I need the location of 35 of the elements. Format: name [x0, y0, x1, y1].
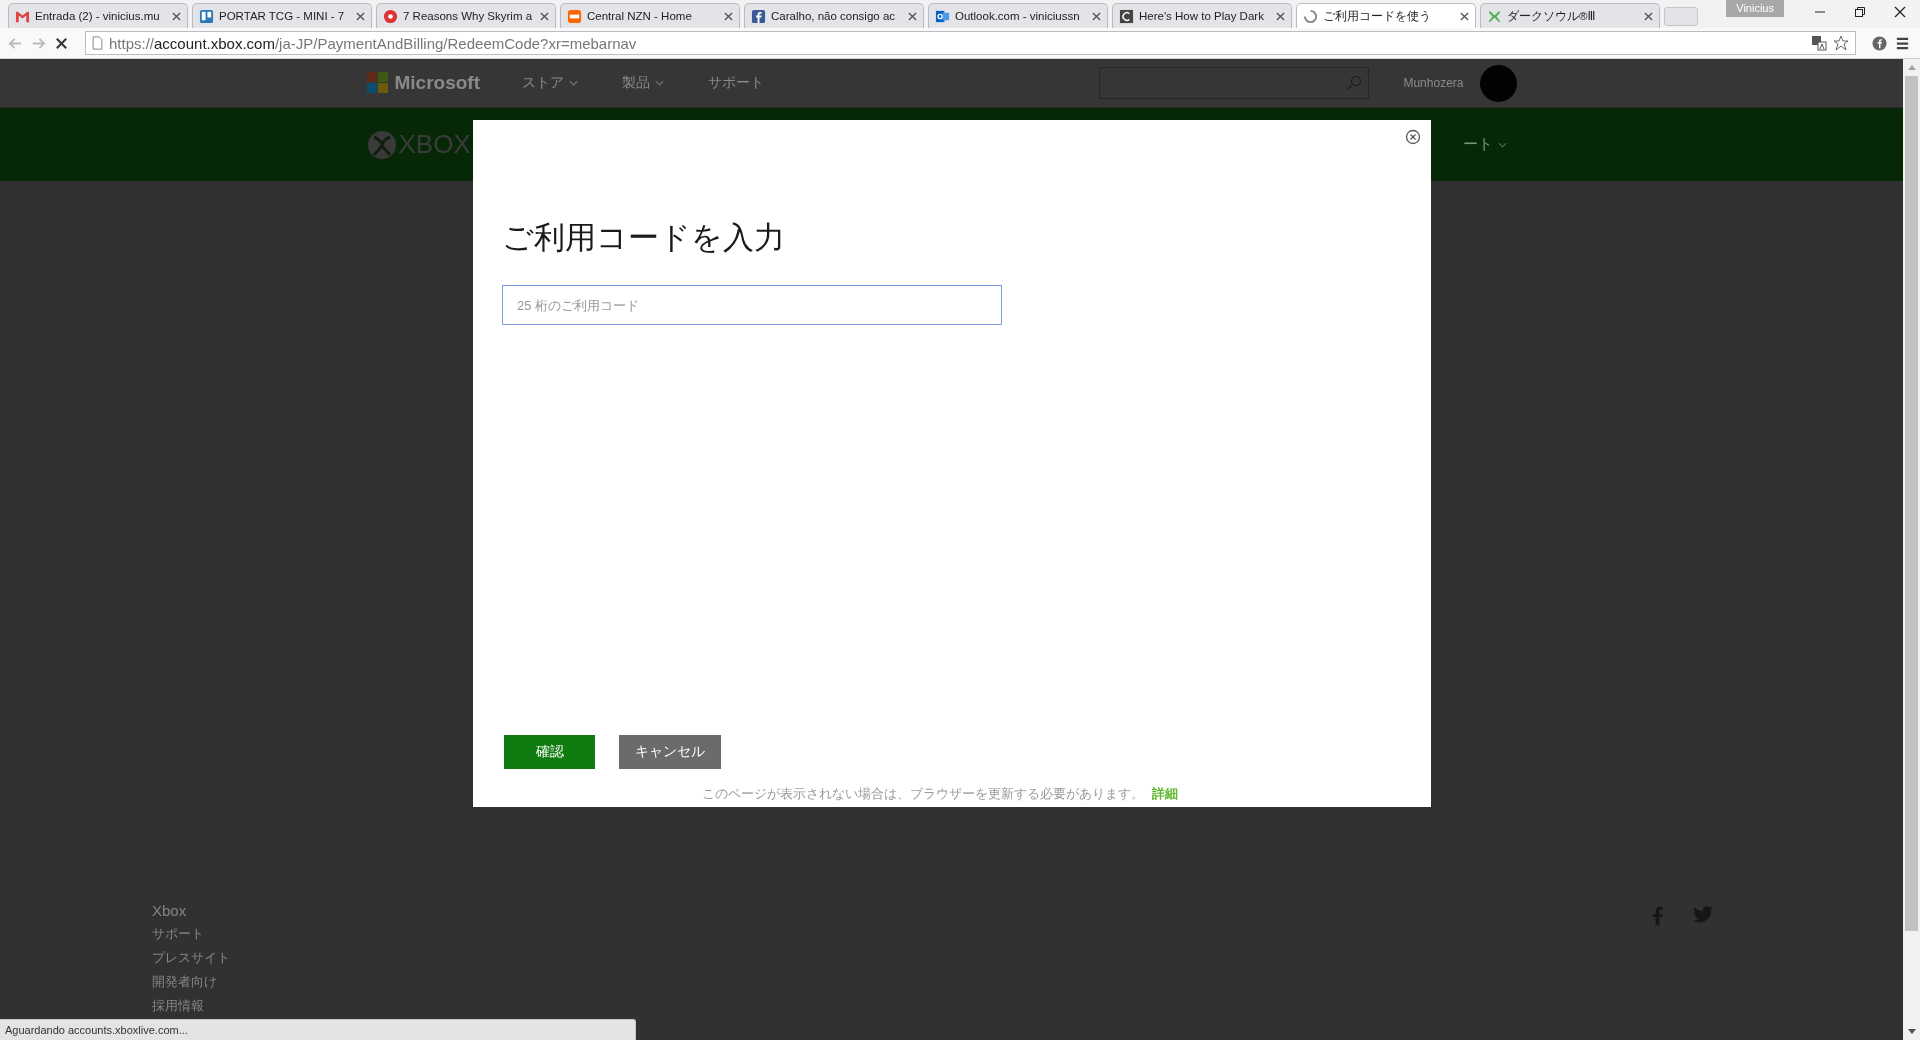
- footer-link[interactable]: プレスサイト: [152, 949, 230, 973]
- tab-title: Outlook.com - viniciussn: [955, 10, 1081, 22]
- nav-link[interactable]: ストア: [522, 74, 578, 92]
- browser-tab[interactable]: PORTAR TCG - MINI - 7: [192, 3, 372, 28]
- tab-title: 7 Reasons Why Skyrim a: [403, 10, 534, 22]
- tab-title: Entrada (2) - vinicius.mu: [35, 10, 161, 22]
- user-name[interactable]: Munhozera: [1403, 76, 1464, 90]
- nav-link[interactable]: ート: [1462, 135, 1507, 154]
- confirm-button[interactable]: 確認: [504, 735, 595, 769]
- footer-link[interactable]: サポート: [152, 925, 230, 949]
- tab-title: ご利用コードを使う: [1323, 8, 1432, 24]
- nav-link[interactable]: サポート: [708, 74, 764, 92]
- tab-title: Here's How to Play Dark: [1139, 10, 1265, 22]
- notice-text: このページが表示されない場合は、ブラウザーを更新する必要があります。: [702, 785, 1144, 803]
- footer-heading: Xbox: [152, 902, 188, 919]
- browser-tab[interactable]: Entrada (2) - vinicius.mu: [8, 3, 188, 28]
- footer-link[interactable]: 採用情報: [152, 997, 230, 1021]
- browser-tab[interactable]: Here's How to Play Dark: [1112, 3, 1292, 28]
- nav-link[interactable]: 製品: [622, 74, 664, 92]
- site-logo[interactable]: Microsoft: [394, 72, 480, 94]
- browser-tab[interactable]: Outlook.com - viniciussn: [928, 3, 1108, 28]
- dialog-title: ご利用コードを入力: [502, 219, 785, 257]
- browser-tab[interactable]: Caralho, não consigo ac: [744, 3, 924, 28]
- browser-tab[interactable]: ダークソウル®Ⅲ: [1480, 3, 1660, 28]
- tab-title: Caralho, não consigo ac: [771, 10, 897, 22]
- cancel-button[interactable]: キャンセル: [619, 735, 721, 769]
- footer-link[interactable]: 開発者向け: [152, 973, 230, 997]
- browser-tab[interactable]: 7 Reasons Why Skyrim a: [376, 3, 556, 28]
- browser-tab[interactable]: ご利用コードを使う: [1296, 3, 1476, 28]
- code-input-field[interactable]: 25 桁のご利用コード: [502, 285, 1002, 325]
- tab-title: Central NZN - Home: [587, 10, 693, 22]
- browser-tab[interactable]: Central NZN - Home: [560, 3, 740, 28]
- tab-title: PORTAR TCG - MINI - 7: [219, 10, 346, 22]
- status-bar: Aguardando accounts.xboxlive.com...: [0, 1019, 636, 1040]
- tab-title: ダークソウル®Ⅲ: [1507, 8, 1597, 24]
